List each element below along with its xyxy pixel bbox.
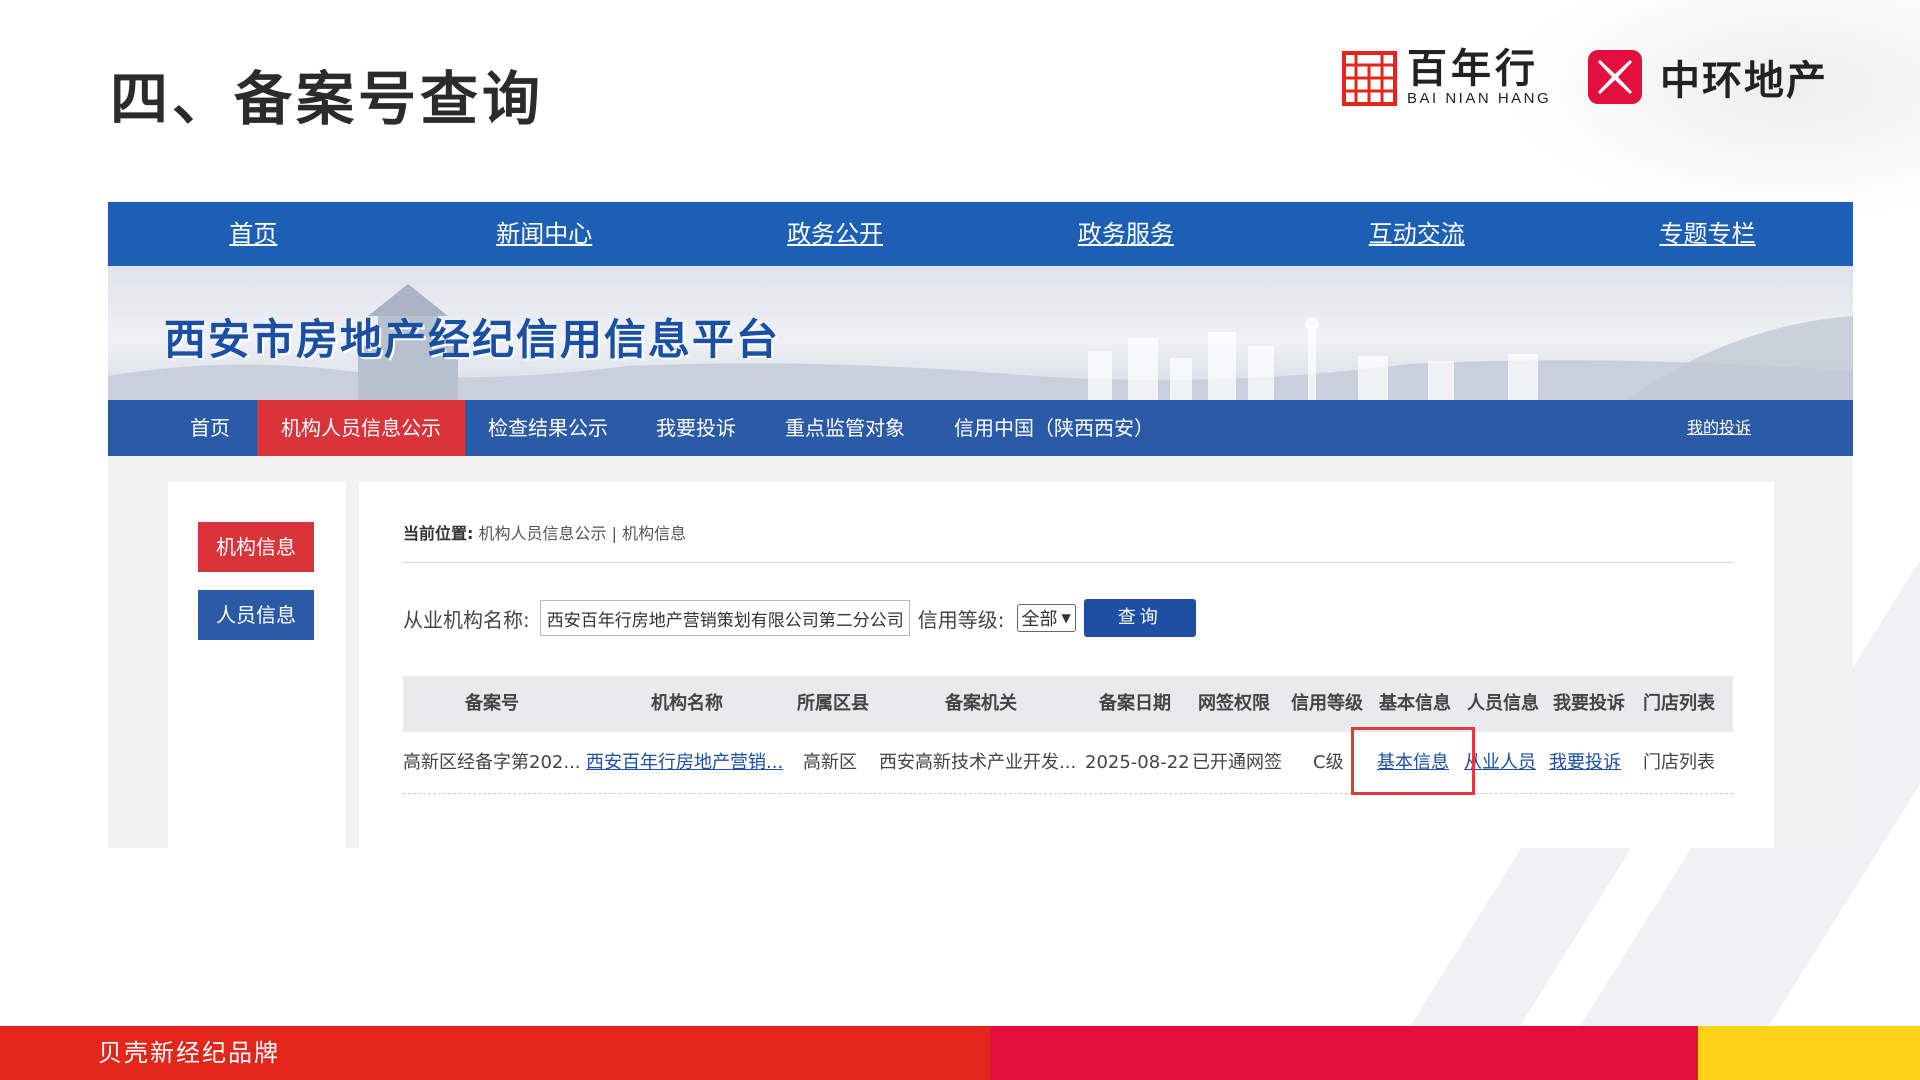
cell-credit-level: C级 (1313, 752, 1344, 773)
bainianhang-logo: 百年行 BAI NIAN HANG (1342, 48, 1551, 108)
chevron-down-icon: ▼ (1061, 611, 1071, 625)
header-district: 所属区县 (797, 693, 869, 714)
main-panel: 当前位置: 机构人员信息公示 | 机构信息 从业机构名称: 信用等级: 全部 ▼… (359, 482, 1774, 848)
sidebar: 机构信息 人员信息 (168, 482, 346, 848)
header-record-authority: 备案机关 (945, 693, 1017, 714)
breadcrumb: 当前位置: 机构人员信息公示 | 机构信息 (403, 520, 686, 544)
background-glow (1500, 0, 1920, 220)
results-table: 备案号 机构名称 所属区县 备案机关 备案日期 网签权限 信用等级 基本信息 人… (403, 676, 1733, 794)
sub-nav-inspection-results[interactable]: 检查结果公示 (488, 400, 608, 456)
sub-nav-key-supervision[interactable]: 重点监管对象 (785, 400, 905, 456)
sidebar-org-info-button[interactable]: 机构信息 (198, 522, 314, 572)
cell-org-name-link[interactable]: 西安百年行房地产营销... (586, 732, 783, 794)
my-complaints-link[interactable]: 我的投诉 (1687, 400, 1751, 456)
header-basic-info: 基本信息 (1379, 693, 1451, 714)
site-banner: 西安市房地产经纪信用信息平台 (108, 266, 1853, 400)
top-nav-home[interactable]: 首页 (108, 202, 399, 266)
cell-record-date: 2025-08-22 (1085, 752, 1190, 773)
credit-level-label: 信用等级: (917, 607, 1005, 632)
top-nav-gov-affairs[interactable]: 政务公开 (690, 202, 981, 266)
cell-record-no: 高新区经备字第202... (403, 752, 581, 773)
sub-nav-org-personnel-info[interactable]: 机构人员信息公示 (257, 400, 465, 456)
top-nav: 首页 新闻中心 政务公开 政务服务 互动交流 专题专栏 (108, 202, 1853, 266)
sub-nav-home[interactable]: 首页 (190, 400, 230, 456)
header-credit-level: 信用等级 (1291, 693, 1363, 714)
credit-level-value: 全部 (1021, 609, 1058, 630)
website-screenshot: 首页 新闻中心 政务公开 政务服务 互动交流 专题专栏 西安市房地产经纪信用信息… (108, 202, 1853, 848)
slide-title: 四、备案号查询 (110, 65, 545, 133)
header-org-name: 机构名称 (651, 693, 723, 714)
bainianhang-logo-icon (1342, 50, 1397, 106)
header-record-date: 备案日期 (1099, 693, 1171, 714)
cell-district: 高新区 (803, 752, 857, 773)
top-nav-topics[interactable]: 专题专栏 (1562, 202, 1853, 266)
footer-band: 贝壳新经纪品牌 (0, 1026, 1920, 1080)
header-record-no: 备案号 (465, 693, 519, 714)
sidebar-person-info-button[interactable]: 人员信息 (198, 590, 314, 640)
zhonghuan-logo-icon (1588, 50, 1642, 104)
credit-level-select[interactable]: 全部 ▼ (1016, 604, 1076, 632)
breadcrumb-path: 机构人员信息公示 | 机构信息 (478, 524, 687, 543)
highlight-box (1351, 727, 1475, 795)
sub-nav: 首页 机构人员信息公示 检查结果公示 我要投诉 重点监管对象 信用中国（陕西西安… (108, 400, 1853, 456)
banner-title: 西安市房地产经纪信用信息平台 (164, 315, 781, 364)
header-person-info: 人员信息 (1467, 693, 1539, 714)
search-form: 从业机构名称: 信用等级: 全部 ▼ 查询 (403, 598, 1196, 638)
footer-text: 贝壳新经纪品牌 (98, 1039, 280, 1067)
query-button[interactable]: 查询 (1083, 599, 1196, 637)
cell-online-sign: 已开通网签 (1192, 752, 1282, 773)
sub-nav-complaint[interactable]: 我要投诉 (656, 400, 736, 456)
breadcrumb-label: 当前位置: (403, 524, 474, 543)
org-name-input[interactable] (539, 600, 910, 636)
divider (403, 562, 1733, 563)
top-nav-interaction[interactable]: 互动交流 (1271, 202, 1562, 266)
header-store-list: 门店列表 (1643, 693, 1715, 714)
cell-store-list: 门店列表 (1643, 752, 1715, 773)
org-name-label: 从业机构名称: (403, 607, 530, 632)
zhonghuan-logo-cn: 中环地产 (1660, 58, 1828, 104)
top-nav-gov-services[interactable]: 政务服务 (980, 202, 1271, 266)
bainianhang-logo-cn: 百年行 (1407, 46, 1539, 92)
table-row: 高新区经备字第202... 西安百年行房地产营销... 高新区 西安高新技术产业… (403, 732, 1733, 794)
table-header: 备案号 机构名称 所属区县 备案机关 备案日期 网签权限 信用等级 基本信息 人… (403, 676, 1733, 732)
header-online-sign: 网签权限 (1198, 693, 1270, 714)
zhonghuan-logo: 中环地产 (1588, 48, 1828, 106)
cell-record-authority: 西安高新技术产业开发... (879, 752, 1077, 773)
header-complaint: 我要投诉 (1553, 693, 1625, 714)
cell-complaint-link[interactable]: 我要投诉 (1549, 732, 1621, 794)
footer-crimson-segment (990, 1026, 1698, 1080)
top-nav-news[interactable]: 新闻中心 (399, 202, 690, 266)
footer-yellow-segment (1698, 1026, 1920, 1080)
sub-nav-credit-china[interactable]: 信用中国（陕西西安） (954, 400, 1154, 456)
bainianhang-logo-en: BAI NIAN HANG (1407, 90, 1552, 107)
